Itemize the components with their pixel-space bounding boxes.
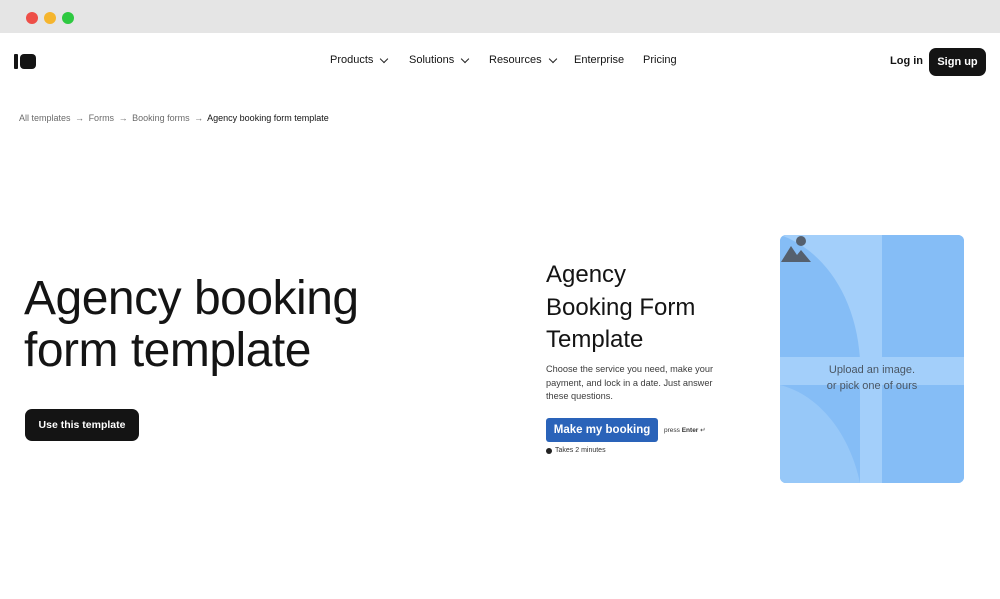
image-upload-card[interactable]: Upload an image. or pick one of ours	[780, 235, 964, 483]
upload-line: or pick one of ours	[826, 380, 918, 392]
preview-form-title: Agency Booking Form Template	[546, 259, 766, 357]
login-link[interactable]: Log in	[890, 55, 923, 67]
breadcrumb-separator: →	[194, 113, 204, 123]
minimize-window-button[interactable]	[44, 12, 56, 24]
nav-item-label: Solutions	[409, 54, 455, 66]
press-enter-hint: press Enter ↵	[664, 426, 706, 434]
chevron-down-icon	[461, 54, 470, 63]
breadcrumb-current: Agency booking form template	[207, 113, 329, 123]
duration-label: Takes 2 minutes	[555, 447, 606, 454]
duration-note: Takes 2 minutes	[546, 447, 606, 454]
preview-title-line: Template	[546, 326, 644, 353]
nav-item-enterprise[interactable]: Enterprise	[574, 54, 624, 66]
nav-item-label: Products	[330, 54, 374, 66]
clock-icon	[546, 447, 552, 454]
make-booking-button[interactable]: Make my booking	[546, 418, 658, 442]
browser-title-bar	[0, 0, 1000, 33]
nav-item-label: Pricing	[643, 54, 677, 66]
breadcrumb-separator: →	[75, 113, 85, 123]
preview-description: Choose the service you need, make your p…	[546, 364, 713, 401]
press-label: press	[664, 427, 680, 434]
page-title-line: Agency booking	[24, 272, 359, 325]
preview-title-line: Agency	[546, 261, 627, 288]
chevron-down-icon	[548, 54, 557, 63]
breadcrumb-link[interactable]: Booking forms	[132, 113, 190, 123]
page-title: Agency booking form template	[24, 273, 464, 377]
nav-item-label: Resources	[489, 54, 542, 66]
close-window-button[interactable]	[26, 12, 38, 24]
breadcrumb-link[interactable]: Forms	[89, 113, 115, 123]
page-title-line: form template	[24, 324, 311, 377]
nav-item-products[interactable]: Products	[330, 54, 389, 66]
signup-button[interactable]: Sign up	[929, 48, 986, 76]
maximize-window-button[interactable]	[62, 12, 74, 24]
chevron-down-icon	[380, 54, 389, 63]
nav-item-label: Enterprise	[574, 54, 625, 66]
enter-key-icon: ↵	[700, 427, 706, 434]
use-template-button[interactable]: Use this template	[25, 409, 139, 441]
mountain-image-icon	[781, 236, 811, 262]
nav-item-solutions[interactable]: Solutions	[409, 54, 470, 66]
breadcrumb-separator: →	[118, 113, 128, 123]
upload-placeholder-text: Upload an image. or pick one of ours	[780, 362, 964, 394]
nav-item-pricing[interactable]: Pricing	[643, 54, 677, 66]
breadcrumb: All templates → Forms → Booking forms → …	[19, 113, 329, 123]
breadcrumb-link[interactable]: All templates	[19, 113, 71, 123]
upload-line: Upload an image.	[828, 364, 916, 376]
preview-title-line: Booking Form	[546, 293, 696, 321]
page-window: Products Solutions Resources Enterprise …	[0, 33, 1000, 599]
nav-item-resources[interactable]: Resources	[489, 54, 557, 66]
image-card-background	[780, 235, 964, 483]
enter-key-label: Enter	[681, 427, 699, 434]
